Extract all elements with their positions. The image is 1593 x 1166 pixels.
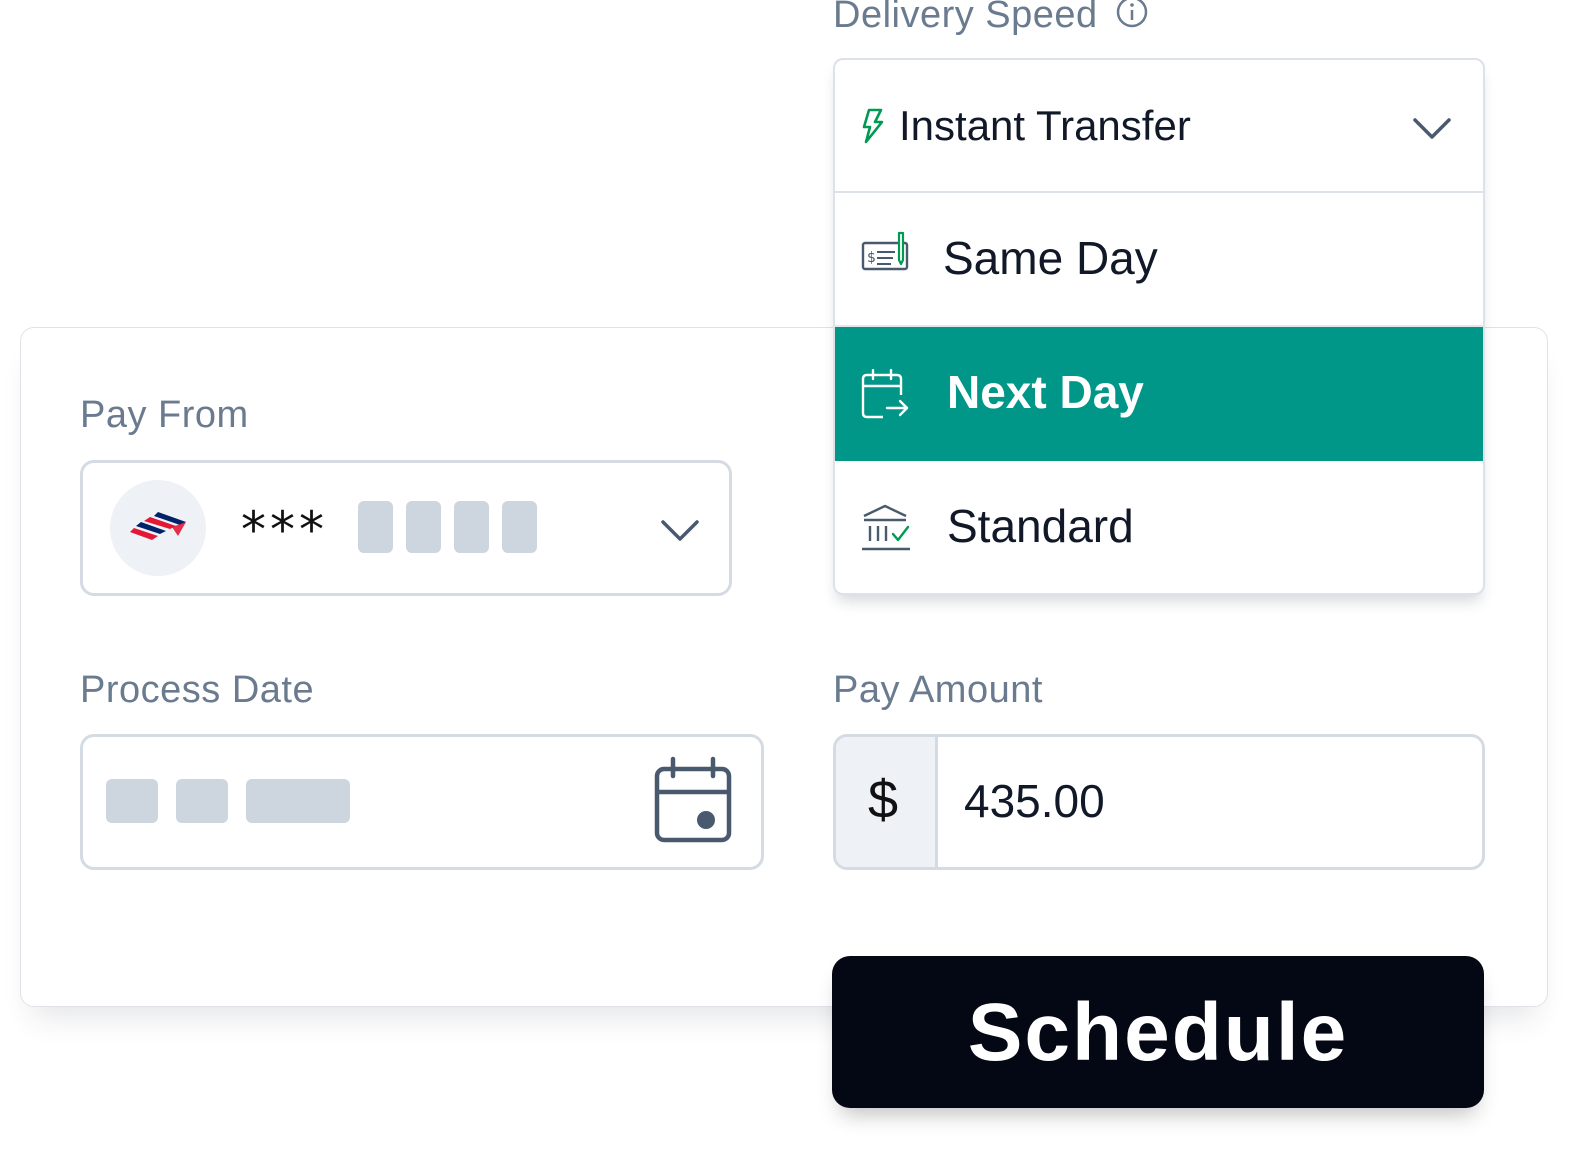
calendar-icon[interactable] bbox=[654, 756, 732, 844]
date-year-placeholder bbox=[246, 779, 350, 823]
bank-logo bbox=[110, 480, 206, 576]
date-month-placeholder bbox=[106, 779, 158, 823]
account-digit-placeholder bbox=[502, 501, 537, 553]
date-day-placeholder bbox=[176, 779, 228, 823]
delivery-speed-dropdown[interactable]: Instant Transfer $ Same Day Next Day Sta… bbox=[833, 58, 1485, 595]
option-label: Standard bbox=[947, 500, 1134, 552]
delivery-speed-label-text: Delivery Speed bbox=[833, 0, 1098, 36]
calendar-arrow-icon bbox=[861, 369, 909, 419]
option-label: Next Day bbox=[947, 366, 1144, 418]
check-icon: $ bbox=[861, 231, 909, 271]
delivery-speed-select[interactable]: Instant Transfer bbox=[835, 60, 1483, 193]
option-standard[interactable]: Standard bbox=[835, 461, 1483, 593]
currency-symbol: $ bbox=[868, 770, 899, 830]
pay-amount-label: Pay Amount bbox=[833, 669, 1043, 711]
process-date-label: Process Date bbox=[80, 669, 315, 711]
pay-amount-field[interactable]: $ 435.00 bbox=[833, 734, 1485, 870]
pay-amount-input[interactable]: 435.00 bbox=[964, 774, 1105, 828]
account-digit-placeholder bbox=[358, 501, 393, 553]
option-label: Same Day bbox=[943, 232, 1158, 284]
process-date-input[interactable] bbox=[80, 734, 764, 870]
info-icon[interactable] bbox=[1115, 0, 1149, 29]
currency-prefix: $ bbox=[836, 737, 938, 867]
option-next-day[interactable]: Next Day bbox=[835, 327, 1483, 461]
schedule-button[interactable]: Schedule bbox=[832, 956, 1484, 1108]
account-mask: *** bbox=[241, 501, 328, 559]
delivery-speed-label: Delivery Speed bbox=[833, 0, 1149, 37]
bank-icon bbox=[862, 504, 910, 551]
option-same-day[interactable]: $ Same Day bbox=[835, 193, 1483, 327]
pay-from-select[interactable]: *** bbox=[80, 460, 732, 596]
account-digit-placeholder bbox=[406, 501, 441, 553]
account-digit-placeholder bbox=[454, 501, 489, 553]
delivery-speed-selected: Instant Transfer bbox=[899, 102, 1191, 149]
bank-of-america-logo bbox=[130, 512, 186, 540]
lightning-icon bbox=[862, 108, 884, 144]
pay-from-label: Pay From bbox=[80, 394, 249, 436]
chevron-down-icon[interactable] bbox=[1412, 117, 1452, 141]
svg-text:$: $ bbox=[867, 250, 876, 266]
chevron-down-icon[interactable] bbox=[660, 519, 700, 543]
